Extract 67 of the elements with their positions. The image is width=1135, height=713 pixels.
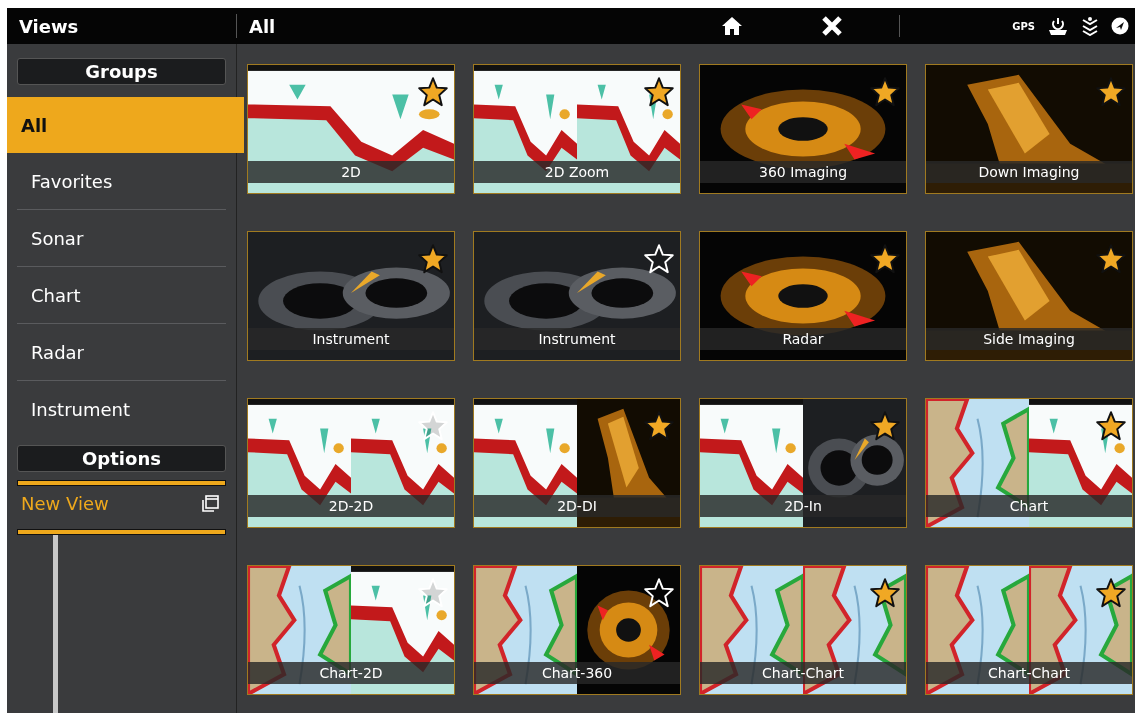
view-label: Chart	[926, 495, 1132, 517]
new-view-link[interactable]: New View	[21, 493, 109, 515]
view-label: Chart-2D	[248, 662, 454, 684]
view-tile[interactable]: Radar	[699, 231, 907, 361]
star-outline-icon[interactable]	[418, 411, 448, 441]
view-tile[interactable]: Chart	[925, 398, 1133, 528]
view-label: 2D-2D	[248, 495, 454, 517]
view-tile[interactable]: Chart-Chart	[925, 565, 1133, 695]
favorite-star-icon[interactable]	[418, 244, 448, 274]
boat-icon	[1047, 16, 1069, 36]
group-item[interactable]: Chart	[17, 267, 226, 325]
favorite-star-icon[interactable]	[870, 411, 900, 441]
gps-status: GPS	[1012, 20, 1035, 32]
view-label: 2D-In	[700, 495, 906, 517]
favorite-star-icon[interactable]	[870, 578, 900, 608]
view-tile[interactable]: Side Imaging	[925, 231, 1133, 361]
view-tile[interactable]: Chart-Chart	[699, 565, 907, 695]
star-outline-icon[interactable]	[418, 578, 448, 608]
group-item[interactable]: Radar	[17, 324, 226, 382]
group-title: All	[249, 15, 276, 37]
favorite-star-icon[interactable]	[1096, 411, 1126, 441]
favorite-star-icon[interactable]	[644, 411, 674, 441]
view-label: 2D	[248, 161, 454, 183]
star-outline-icon[interactable]	[644, 244, 674, 274]
groups-button[interactable]: Groups	[17, 58, 226, 86]
view-label: Chart-360	[474, 662, 680, 684]
view-label: Down Imaging	[926, 161, 1132, 183]
sonar-icon	[1081, 16, 1099, 36]
group-item[interactable]: All	[7, 97, 244, 154]
favorite-star-icon[interactable]	[1096, 578, 1126, 608]
home-icon[interactable]	[721, 16, 744, 36]
view-tile[interactable]: 2D-DI	[473, 398, 681, 528]
header-title: Views	[19, 15, 79, 37]
view-label: Chart-Chart	[926, 662, 1132, 684]
view-tile[interactable]: Down Imaging	[925, 64, 1133, 194]
copy-icon[interactable]	[200, 493, 220, 514]
favorite-star-icon[interactable]	[870, 244, 900, 274]
group-item[interactable]: Sonar	[17, 210, 226, 268]
scrollbar[interactable]	[53, 535, 58, 713]
view-tile[interactable]: Instrument	[473, 231, 681, 361]
view-tile[interactable]: 2D Zoom	[473, 64, 681, 194]
favorite-star-icon[interactable]	[644, 77, 674, 107]
view-label: 2D-DI	[474, 495, 680, 517]
options-button[interactable]: Options	[17, 445, 226, 473]
view-label: Instrument	[474, 328, 680, 350]
view-label: 2D Zoom	[474, 161, 680, 183]
group-item[interactable]: Instrument	[17, 381, 226, 438]
view-label: Side Imaging	[926, 328, 1132, 350]
view-tile[interactable]: 2D-2D	[247, 398, 455, 528]
view-tile[interactable]: 2D-In	[699, 398, 907, 528]
view-label: Chart-Chart	[700, 662, 906, 684]
view-tile[interactable]: Chart-2D	[247, 565, 455, 695]
close-icon[interactable]	[821, 16, 844, 36]
view-label: 360 Imaging	[700, 161, 906, 183]
star-outline-icon[interactable]	[644, 578, 674, 608]
favorite-star-icon[interactable]	[1096, 77, 1126, 107]
view-tile[interactable]: Instrument	[247, 231, 455, 361]
favorite-star-icon[interactable]	[418, 77, 448, 107]
view-tile[interactable]: 2D	[247, 64, 455, 194]
favorite-star-icon[interactable]	[870, 77, 900, 107]
group-item[interactable]: Favorites	[17, 153, 226, 211]
compass-icon	[1111, 17, 1129, 35]
view-label: Instrument	[248, 328, 454, 350]
view-label: Radar	[700, 328, 906, 350]
view-tile[interactable]: Chart-360	[473, 565, 681, 695]
favorite-star-icon[interactable]	[1096, 244, 1126, 274]
view-tile[interactable]: 360 Imaging	[699, 64, 907, 194]
